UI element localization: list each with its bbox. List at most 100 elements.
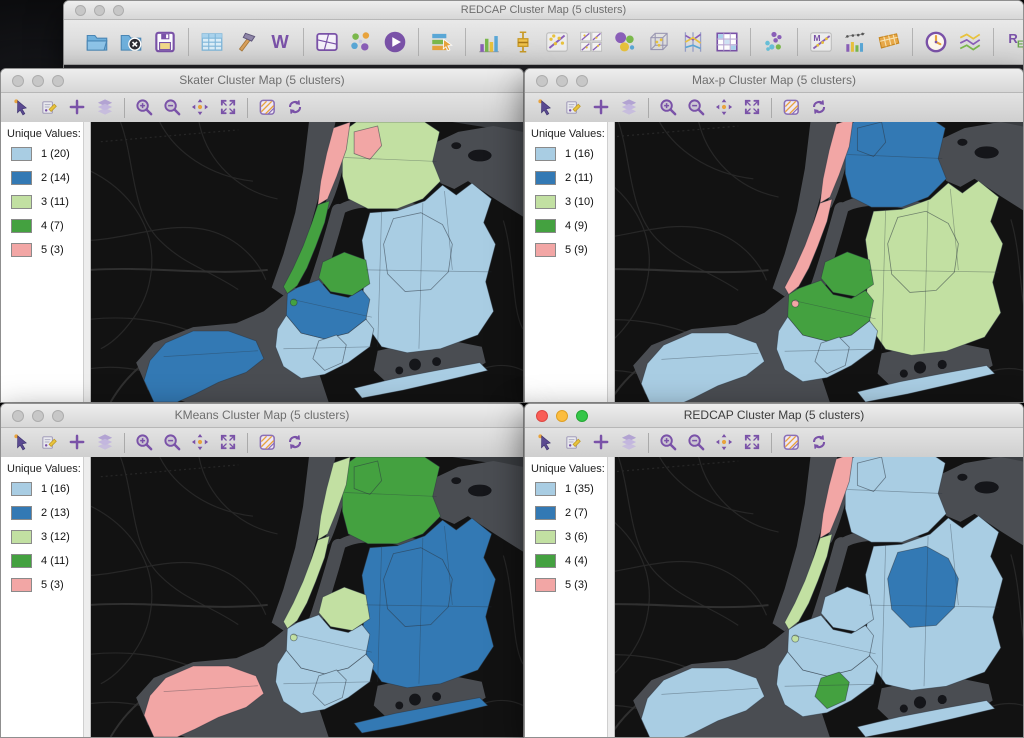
legend-row[interactable]: 4 (4)	[531, 554, 607, 568]
legend-row[interactable]: 1 (16)	[531, 147, 607, 161]
legend-splitter[interactable]	[607, 457, 615, 737]
clock-icon[interactable]	[919, 27, 953, 57]
folder-open-icon[interactable]	[80, 27, 114, 57]
add-icon[interactable]	[63, 96, 91, 120]
legend-row[interactable]: 1 (35)	[531, 482, 607, 496]
line-charts-icon[interactable]	[953, 27, 987, 57]
zoom-in-icon[interactable]	[130, 96, 158, 120]
select-arrow-icon[interactable]	[7, 96, 35, 120]
map-canvas[interactable]	[91, 122, 523, 402]
zoom-out-icon[interactable]	[682, 431, 710, 455]
conditional-plot-icon[interactable]	[710, 27, 744, 57]
bubble-chart-icon[interactable]	[608, 27, 642, 57]
color-dots-icon[interactable]	[344, 27, 378, 57]
edit-layer-icon[interactable]	[35, 96, 63, 120]
legend-splitter[interactable]	[83, 122, 91, 402]
pan-icon[interactable]	[710, 431, 738, 455]
basemap-icon[interactable]	[777, 431, 805, 455]
legend-splitter[interactable]	[83, 457, 91, 737]
close-button[interactable]	[536, 75, 548, 87]
lisa-cluster-icon[interactable]	[838, 27, 872, 57]
folder-close-icon[interactable]	[114, 27, 148, 57]
legend-row[interactable]: 3 (12)	[7, 530, 83, 544]
map-windows-icon[interactable]	[310, 27, 344, 57]
edit-layer-icon[interactable]	[35, 431, 63, 455]
moran-scatter-icon[interactable]	[804, 27, 838, 57]
pan-icon[interactable]	[186, 431, 214, 455]
edit-layer-icon[interactable]	[559, 96, 587, 120]
map-canvas[interactable]	[615, 122, 1023, 402]
minimize-button[interactable]	[94, 5, 105, 16]
titlebar[interactable]: REDCAP Cluster Map (5 clusters)	[525, 404, 1023, 428]
refresh-icon[interactable]	[281, 431, 309, 455]
weights-manager-w-icon[interactable]	[263, 27, 297, 57]
zoom-out-icon[interactable]	[158, 96, 186, 120]
basemap-icon[interactable]	[253, 431, 281, 455]
pan-icon[interactable]	[186, 96, 214, 120]
legend-row[interactable]: 1 (16)	[7, 482, 83, 496]
edit-layer-icon[interactable]	[559, 431, 587, 455]
basemap-icon[interactable]	[253, 96, 281, 120]
cartogram-icon[interactable]	[872, 27, 906, 57]
add-icon[interactable]	[587, 431, 615, 455]
legend-row[interactable]: 5 (3)	[7, 243, 83, 257]
map-canvas[interactable]	[615, 457, 1023, 737]
zoom-button[interactable]	[576, 410, 588, 422]
minimize-button[interactable]	[556, 75, 568, 87]
zoom-in-icon[interactable]	[654, 96, 682, 120]
legend-row[interactable]: 2 (13)	[7, 506, 83, 520]
zoom-button[interactable]	[576, 75, 588, 87]
histogram-icon[interactable]	[472, 27, 506, 57]
select-arrow-icon[interactable]	[531, 96, 559, 120]
layers-icon[interactable]	[91, 96, 119, 120]
pan-icon[interactable]	[710, 96, 738, 120]
legend-row[interactable]: 3 (10)	[531, 195, 607, 209]
zoom-in-icon[interactable]	[130, 431, 158, 455]
refresh-icon[interactable]	[805, 96, 833, 120]
zoom-out-icon[interactable]	[158, 431, 186, 455]
full-extent-icon[interactable]	[214, 96, 242, 120]
full-extent-icon[interactable]	[738, 96, 766, 120]
zoom-button[interactable]	[113, 5, 124, 16]
boxplot-icon[interactable]	[506, 27, 540, 57]
titlebar[interactable]: Max-p Cluster Map (5 clusters)	[525, 69, 1023, 93]
minimize-button[interactable]	[32, 75, 44, 87]
save-icon[interactable]	[148, 27, 182, 57]
full-extent-icon[interactable]	[738, 431, 766, 455]
add-icon[interactable]	[63, 431, 91, 455]
close-button[interactable]	[12, 410, 24, 422]
main-titlebar[interactable]: REDCAP Cluster Map (5 clusters)	[64, 1, 1023, 20]
zoom-button[interactable]	[52, 410, 64, 422]
close-button[interactable]	[75, 5, 86, 16]
layers-icon[interactable]	[615, 431, 643, 455]
hammer-icon[interactable]	[229, 27, 263, 57]
cube-3d-icon[interactable]	[642, 27, 676, 57]
scatter-plot-icon[interactable]	[540, 27, 574, 57]
minimize-button[interactable]	[556, 410, 568, 422]
add-icon[interactable]	[587, 96, 615, 120]
close-button[interactable]	[536, 410, 548, 422]
select-arrow-icon[interactable]	[531, 431, 559, 455]
zoom-button[interactable]	[52, 75, 64, 87]
close-button[interactable]	[12, 75, 24, 87]
legend-row[interactable]: 5 (9)	[531, 243, 607, 257]
legend-row[interactable]: 2 (11)	[531, 171, 607, 185]
map-canvas[interactable]	[91, 457, 523, 737]
legend-row[interactable]: 1 (20)	[7, 147, 83, 161]
cluster-scatter-icon[interactable]	[757, 27, 791, 57]
legend-splitter[interactable]	[607, 122, 615, 402]
category-editor-icon[interactable]	[425, 27, 459, 57]
legend-row[interactable]: 4 (9)	[531, 219, 607, 233]
refresh-icon[interactable]	[805, 431, 833, 455]
legend-row[interactable]: 2 (7)	[531, 506, 607, 520]
basemap-icon[interactable]	[777, 96, 805, 120]
legend-row[interactable]: 5 (3)	[7, 578, 83, 592]
minimize-button[interactable]	[32, 410, 44, 422]
legend-row[interactable]: 4 (7)	[7, 219, 83, 233]
layers-icon[interactable]	[91, 431, 119, 455]
legend-row[interactable]: 3 (11)	[7, 195, 83, 209]
legend-row[interactable]: 5 (3)	[531, 578, 607, 592]
scatter-matrix-icon[interactable]	[574, 27, 608, 57]
legend-row[interactable]: 2 (14)	[7, 171, 83, 185]
play-icon[interactable]	[378, 27, 412, 57]
